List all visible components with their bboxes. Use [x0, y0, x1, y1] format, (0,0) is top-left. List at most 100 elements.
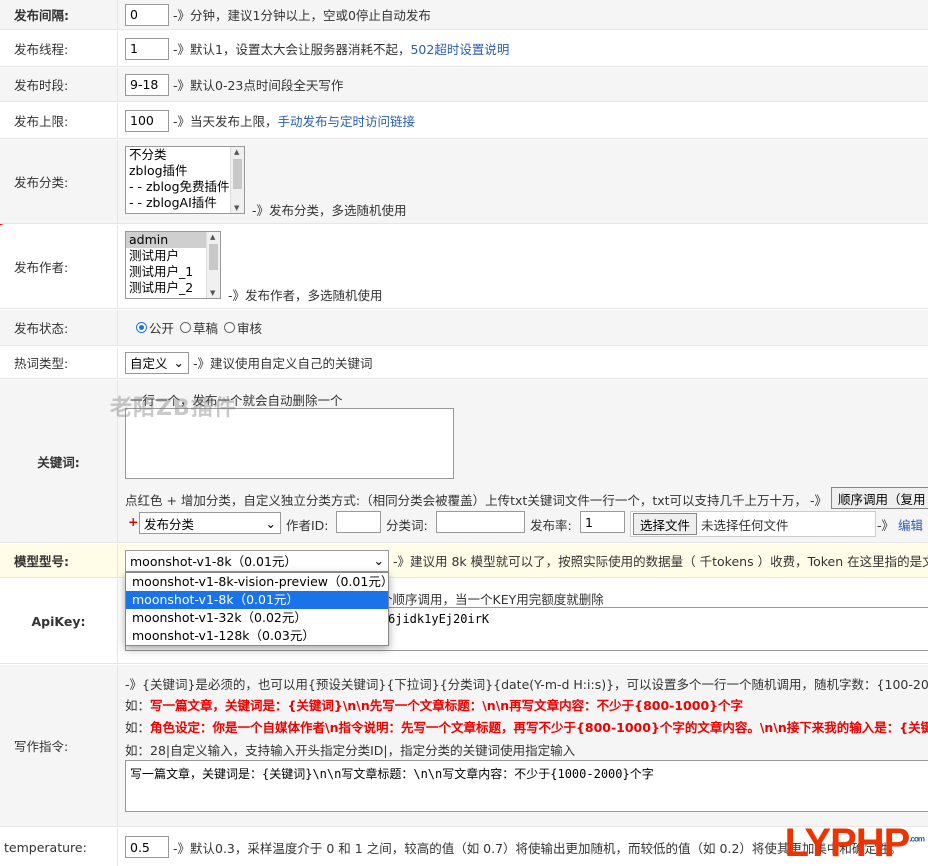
- scroll-thumb[interactable]: [233, 159, 242, 189]
- timeout-help-link[interactable]: 502超时设置说明: [410, 39, 509, 58]
- row-threads: 发布线程: -》默认1，设置太大会让服务器消耗不起， 502超时设置说明: [0, 31, 928, 67]
- example-line: 写一篇文章，关键词是：{关键词}\n\n先写一个文章标题：\n\n再写文章内容：…: [150, 698, 744, 713]
- status-radio-review[interactable]: 审核: [224, 318, 262, 337]
- category-option[interactable]: zblog插件: [126, 163, 244, 179]
- edit-prefix: -》: [877, 518, 895, 533]
- temperature-input[interactable]: [125, 836, 169, 858]
- category-option[interactable]: - - zblogAI插件: [126, 195, 244, 211]
- example-prefix: 如：: [125, 720, 151, 735]
- hotword-label: 热词类型:: [0, 347, 118, 378]
- prompt-line4: 如：28|自定义输入，支持输入开头指定分类ID|，指定分类的关键词使用指定输入: [125, 743, 576, 758]
- subword-label: 分类词:: [386, 518, 428, 533]
- keywords-desc: 点红色 + 增加分类，自定义独立分类方式:（相同分类会被覆盖）上传txt关键词文…: [125, 493, 808, 508]
- rate-input[interactable]: [580, 511, 625, 533]
- example-line: 角色设定：你是一个自媒体作者\n指令说明：先写一个文章标题，再写不少于{800-…: [150, 720, 928, 735]
- chevron-down-icon: ⌄: [173, 355, 184, 370]
- example-prefix: 如：: [125, 698, 151, 713]
- lyphp-logo: LYPHP.com: [784, 821, 925, 866]
- row-status: 发布状态: 公开 草稿 审核: [0, 310, 928, 346]
- author-id-input[interactable]: [336, 511, 381, 533]
- interval-note: -》分钟，建议1分钟以上，空或0停止自动发布: [173, 8, 431, 23]
- watermark: 老陌ZB插件: [110, 396, 237, 421]
- model-option-selected[interactable]: moonshot-v1-8k（0.01元）: [126, 591, 388, 609]
- hotword-select-value: 自定义: [130, 356, 168, 371]
- subword-input[interactable]: [436, 511, 525, 533]
- rate-label: 发布率:: [530, 518, 572, 533]
- threads-input[interactable]: [125, 37, 169, 60]
- period-input[interactable]: [125, 73, 169, 96]
- add-category-plus[interactable]: +: [128, 514, 138, 529]
- file-status: 未选择任何文件: [701, 517, 789, 533]
- status-label: 发布状态:: [0, 310, 118, 345]
- prompt-line3: 如：角色设定：你是一个自媒体作者\n指令说明：先写一个文章标题，再写不少于{80…: [125, 717, 928, 736]
- model-note: -》建议用 8k 模型就可以了，按照实际使用的数据量（ 千tokens ）收费，…: [393, 554, 928, 569]
- chevron-down-icon: ⌄: [373, 553, 384, 568]
- category-option[interactable]: 不分类: [126, 147, 244, 163]
- scroll-thumb[interactable]: [209, 244, 218, 270]
- scroll-down-icon: ▼: [210, 289, 216, 297]
- model-dropdown-list[interactable]: moonshot-v1-8k-vision-preview（0.01元） moo…: [125, 572, 393, 646]
- logo-sub: .com: [909, 834, 925, 844]
- hotword-note: -》建议使用自定义自己的关键词: [193, 356, 373, 371]
- category-scrollbar[interactable]: ▲ ▼: [230, 147, 244, 213]
- model-option[interactable]: moonshot-v1-32k（0.02元）: [126, 609, 388, 627]
- category-label: 发布分类:: [0, 140, 118, 223]
- apikey-note: 个顺序调用，当一个KEY用完额度就删除: [380, 592, 604, 607]
- status-radio-public[interactable]: 公开: [136, 318, 174, 337]
- radio-label: 公开: [149, 321, 175, 336]
- manual-publish-link[interactable]: 手动发布与定时访问链接: [278, 111, 416, 130]
- author-scrollbar[interactable]: ▲ ▼: [206, 232, 220, 298]
- hotword-select[interactable]: 自定义 ⌄: [125, 351, 189, 374]
- threads-label: 发布线程:: [0, 31, 118, 66]
- file-picker: 选择文件 未选择任何文件: [630, 511, 876, 537]
- order-prefix: -》: [810, 493, 828, 508]
- prompt-textarea[interactable]: 写一篇文章，关键词是：{关键词}\n\n写文章标题：\n\n写文章内容：不少于{…: [125, 760, 928, 812]
- status-radio-draft[interactable]: 草稿: [180, 318, 218, 337]
- radio-checked-icon: [136, 322, 147, 333]
- scroll-up-icon: ▲: [210, 233, 216, 241]
- category-note: -》发布分类，多选随机使用: [252, 203, 407, 218]
- model-label: 模型型号:: [0, 544, 118, 577]
- threads-note: -》默认1，设置太大会让服务器消耗不起，: [173, 42, 411, 57]
- author-label: 发布作者:: [0, 225, 118, 308]
- prompt-line2: 如：写一篇文章，关键词是：{关键词}\n\n先写一个文章标题：\n\n再写文章内…: [125, 695, 743, 714]
- model-option[interactable]: moonshot-v1-128k（0.03元）: [126, 627, 388, 645]
- choose-file-button[interactable]: 选择文件: [633, 513, 698, 535]
- row-period: 发布时段: -》默认0-23点时间段全天写作: [0, 68, 928, 102]
- keyword-category-value: 发布分类: [144, 516, 195, 532]
- model-select[interactable]: moonshot-v1-8k（0.01元） ⌄: [125, 549, 389, 572]
- apikey-label: ApiKey:: [0, 579, 118, 663]
- model-select-value: moonshot-v1-8k（0.01元）: [130, 554, 297, 569]
- scroll-down-icon: ▼: [234, 204, 240, 212]
- radio-icon: [224, 322, 236, 333]
- keywords-label: 关键词:: [0, 380, 118, 542]
- chevron-down-icon: ⌄: [265, 515, 276, 531]
- row-limit: 发布上限: -》当天发布上限， 手动发布与定时访问链接: [0, 103, 928, 225]
- interval-label: 发布间隔:: [0, 0, 118, 29]
- category-option[interactable]: - - zblog免费插件: [126, 179, 244, 195]
- logo-text: LYPHP: [784, 821, 911, 865]
- radio-label: 草稿: [193, 321, 219, 336]
- scroll-up-icon: ▲: [234, 148, 240, 156]
- author-listbox[interactable]: admin 测试用户 测试用户_1 测试用户_2 ▲ ▼: [125, 231, 221, 299]
- period-label: 发布时段:: [0, 68, 118, 101]
- limit-input[interactable]: [125, 109, 169, 132]
- row-category: 发布分类: 不分类 zblog插件 - - zblog免费插件 - - zblo…: [0, 140, 928, 224]
- radio-icon: [180, 322, 192, 333]
- row-author: 发布作者: admin 测试用户 测试用户_1 测试用户_2 ▲ ▼ -》发布作…: [0, 225, 928, 309]
- author-id-label: 作者ID:: [286, 518, 329, 533]
- author-note: -》发布作者，多选随机使用: [228, 288, 383, 303]
- row-interval: 发布间隔: -》分钟，建议1分钟以上，空或0停止自动发布: [0, 0, 928, 30]
- keyword-category-select[interactable]: 发布分类 ⌄: [139, 512, 281, 534]
- category-listbox[interactable]: 不分类 zblog插件 - - zblog免费插件 - - zblogAI插件 …: [125, 146, 245, 214]
- interval-input[interactable]: [125, 3, 169, 26]
- edit-link[interactable]: 编辑: [898, 515, 923, 534]
- radio-label: 审核: [237, 321, 263, 336]
- prompt-line1: -》{关键词}是必须的，也可以用{预设关键词}{下拉词}{分类词}{date(Y…: [125, 677, 928, 692]
- model-option[interactable]: moonshot-v1-8k-vision-preview（0.01元）: [126, 573, 393, 591]
- row-prompt: 写作指令: -》{关键词}是必须的，也可以用{预设关键词}{下拉词}{分类词}{…: [0, 665, 928, 827]
- order-mode-select[interactable]: 顺序调用（复用: [831, 487, 928, 509]
- prompt-label: 写作指令:: [0, 665, 118, 826]
- period-note: -》默认0-23点时间段全天写作: [173, 78, 344, 93]
- limit-note: -》当天发布上限，: [173, 114, 278, 129]
